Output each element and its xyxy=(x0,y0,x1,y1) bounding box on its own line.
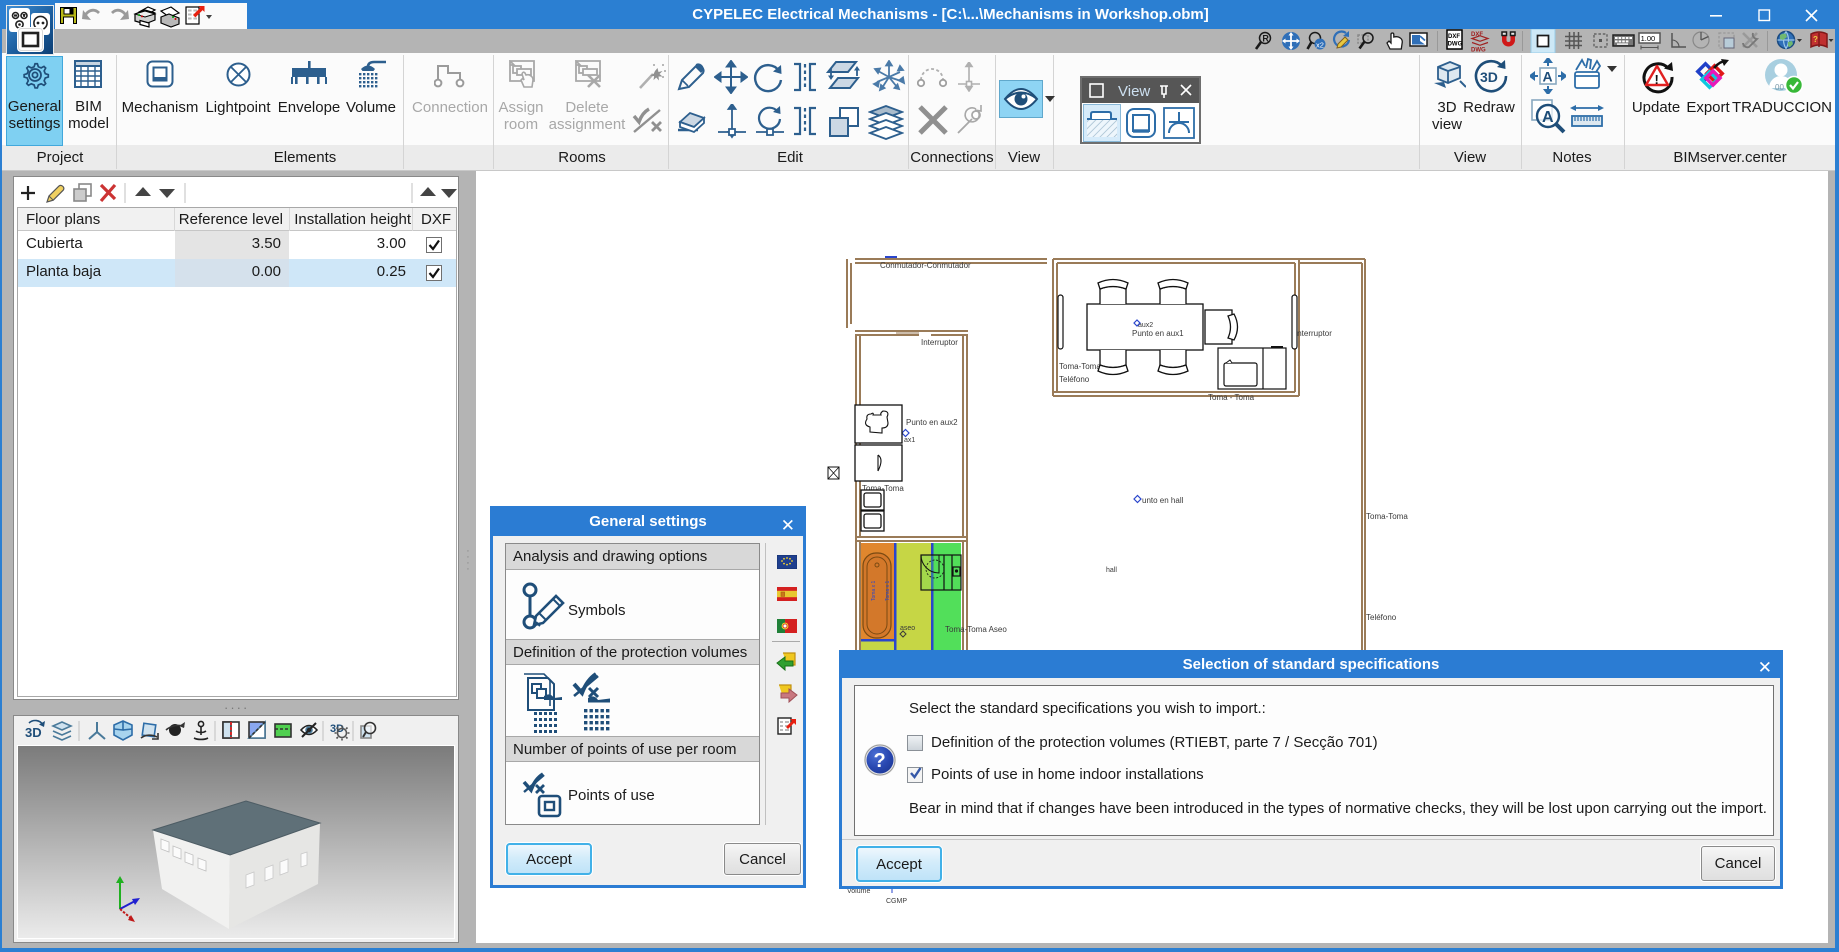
svg-text:ax1: ax1 xyxy=(904,437,915,444)
svg-text:Volume: Volume xyxy=(847,888,870,895)
svg-text:?: ? xyxy=(1813,35,1818,44)
svg-text:?: ? xyxy=(874,750,886,772)
svg-text:Interruptor: Interruptor xyxy=(1295,329,1332,338)
svg-text:hall: hall xyxy=(1106,567,1117,574)
svg-text:Punto en aux1: Punto en aux1 xyxy=(1132,329,1184,338)
svg-text:Punto en aux2: Punto en aux2 xyxy=(906,418,958,427)
svg-text:Teléfono: Teléfono xyxy=(1059,375,1090,384)
svg-text:!: ! xyxy=(1655,72,1659,87)
svg-text:Interruptor: Interruptor xyxy=(921,338,958,347)
svg-text:3D: 3D xyxy=(1480,69,1498,85)
svg-text:Toma x 1: Toma x 1 xyxy=(885,580,891,601)
svg-text:DXF: DXF xyxy=(1448,34,1460,40)
svg-text:View: View xyxy=(1118,83,1150,100)
svg-text:00: 00 xyxy=(1775,83,1784,92)
svg-text:3D: 3D xyxy=(25,725,42,740)
svg-text:unto en hall: unto en hall xyxy=(1142,496,1184,505)
svg-text:A: A xyxy=(1542,109,1554,126)
svg-text:1.00: 1.00 xyxy=(1641,34,1656,43)
svg-text:A: A xyxy=(1543,69,1553,85)
svg-text:CGMP: CGMP xyxy=(886,898,907,905)
svg-text:Toma-Toma Aseo: Toma-Toma Aseo xyxy=(945,625,1007,634)
svg-text:x2: x2 xyxy=(1316,41,1324,50)
svg-text:Teléfono: Teléfono xyxy=(1366,613,1397,622)
svg-text:Conmutador-Conmutador: Conmutador-Conmutador xyxy=(880,261,971,270)
svg-text:R: R xyxy=(1262,33,1269,43)
svg-text:Toma - Toma: Toma - Toma xyxy=(1208,393,1255,402)
svg-text:DWG: DWG xyxy=(1448,42,1463,48)
svg-text:Toma-Toma: Toma-Toma xyxy=(1366,512,1408,521)
svg-text:Toma x 1: Toma x 1 xyxy=(871,580,877,601)
svg-text:aseo: aseo xyxy=(900,625,915,632)
